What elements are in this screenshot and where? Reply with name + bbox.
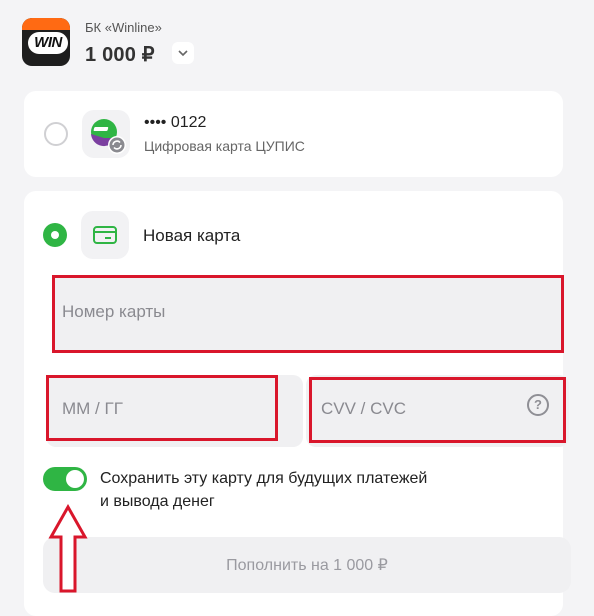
save-card-label-line1: Сохранить эту карту для будущих платежей (100, 470, 428, 487)
top-up-button[interactable]: Пополнить на 1 000 ₽ (43, 537, 571, 593)
logo-pill: WIN (28, 32, 68, 54)
logo-orange-band (22, 18, 70, 30)
credit-card-icon (93, 226, 117, 244)
card-number-highlight (52, 275, 564, 353)
cupis-icon-tile (82, 110, 130, 158)
logo-text: WIN (34, 34, 62, 51)
cupis-wallet-icon (91, 119, 126, 154)
chevron-down-icon (178, 49, 188, 56)
new-card-option: Новая карта Номер карты ММ / ГГ CVV / CV… (24, 191, 571, 616)
new-card-label: Новая карта (143, 226, 241, 245)
expiry-highlight (46, 375, 278, 441)
amount-dropdown-button[interactable] (172, 42, 194, 64)
saved-card-radio[interactable] (44, 122, 68, 146)
save-card-label: Сохранить эту карту для будущих платежей… (100, 467, 520, 513)
saved-card-number: •••• 0122 (144, 114, 207, 131)
saved-card-option[interactable]: •••• 0122 Цифровая карта ЦУПИС (24, 91, 563, 177)
winline-logo: WIN (22, 18, 70, 66)
saved-card-description: Цифровая карта ЦУПИС (144, 138, 305, 154)
payment-amount: 1 000 ₽ (85, 44, 155, 66)
save-card-toggle[interactable] (43, 467, 87, 491)
cvv-highlight (309, 377, 566, 443)
new-card-icon-tile (81, 211, 129, 259)
merchant-name: БК «Winline» (85, 20, 162, 35)
merchant-header: WIN БК «Winline» 1 000 ₽ (22, 16, 582, 68)
annotation-up-arrow-icon (48, 504, 88, 593)
save-card-label-line2: и вывода денег (100, 493, 215, 510)
new-card-radio[interactable] (43, 223, 67, 247)
